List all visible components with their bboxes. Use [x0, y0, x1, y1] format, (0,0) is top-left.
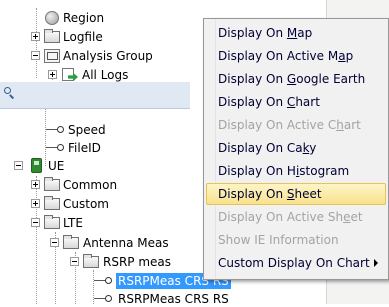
- menu-item-label: p: [345, 49, 354, 63]
- menu-item-accelerator: S: [286, 187, 295, 201]
- menu-item: Display On Active Chart: [206, 114, 386, 136]
- region-icon: [45, 11, 59, 25]
- parameter-link-icon: [46, 122, 68, 138]
- menu-item-label: art: [343, 118, 361, 132]
- submenu-arrow-icon: [374, 259, 378, 267]
- menu-item-label: Display On: [218, 95, 287, 109]
- tree-node-lte[interactable]: LTE: [0, 215, 140, 231]
- common-label: Common: [63, 178, 118, 192]
- folder-icon: [63, 235, 79, 249]
- menu-item-label: Display On: [218, 72, 287, 86]
- menu-item-label: stogram: [299, 164, 350, 178]
- menu-item-label: Display On Active Sh: [218, 210, 344, 224]
- menu-item-label: Display On Ca: [218, 141, 303, 155]
- menu-item[interactable]: Custom Display On Chart: [206, 252, 386, 274]
- tree-node-analysis-group[interactable]: Analysis Group: [0, 48, 160, 64]
- parameter-link-icon: [94, 273, 116, 289]
- tree-node-antenna-meas[interactable]: Antenna Meas: [0, 235, 205, 251]
- menu-item-label: ap: [297, 26, 313, 40]
- menu-item[interactable]: Display On Sheet: [206, 183, 386, 205]
- menu-item-label: oogle Earth: [296, 72, 366, 86]
- folder-icon: [44, 196, 60, 210]
- expand-plus-icon[interactable]: [31, 32, 40, 41]
- menu-item-label: Custom Display On Chart: [218, 256, 370, 270]
- all-logs-label: All Logs: [82, 68, 129, 82]
- analysis-group-icon: [44, 49, 60, 63]
- speed-label: Speed: [68, 123, 106, 137]
- menu-item-label: et: [350, 210, 363, 224]
- menu-item-accelerator: h: [336, 118, 344, 132]
- menu-item[interactable]: Display On Chart: [206, 91, 386, 113]
- folder-icon: [44, 177, 60, 191]
- tree-node-speed[interactable]: Speed: [0, 122, 120, 138]
- menu-item-label: Display On: [218, 187, 287, 201]
- menu-item: Display On Active Sheet: [206, 206, 386, 228]
- tree-node-region[interactable]: Region: [0, 10, 120, 26]
- menu-item-accelerator: M: [286, 26, 298, 40]
- region-label: Region: [63, 11, 105, 25]
- tree-node-custom[interactable]: Custom: [0, 196, 140, 212]
- menu-item-label: heet: [294, 187, 322, 201]
- context-menu: Display On Map Display On Active Map Displ…: [203, 18, 389, 280]
- folder-icon: [83, 254, 99, 268]
- tree-node-rsrp-meas[interactable]: RSRP meas: [0, 254, 205, 270]
- fileid-label: FileID: [68, 141, 101, 155]
- menu-item[interactable]: Display On Google Earth: [206, 68, 386, 90]
- search-bar[interactable]: [0, 82, 190, 109]
- menu-item-accelerator: a: [338, 49, 346, 63]
- custom-label: Custom: [63, 197, 109, 211]
- tree-node-fileid[interactable]: FileID: [0, 140, 120, 156]
- menu-item-label: y: [309, 141, 317, 155]
- logfile-label: Logfile: [63, 30, 103, 44]
- menu-item-label: Display On: [218, 26, 287, 40]
- rsrp-meas-label: RSRP meas: [103, 255, 172, 269]
- parameter-link-icon: [46, 140, 68, 156]
- menu-item[interactable]: Display On Map: [206, 22, 386, 44]
- menu-item: Show IE Information: [206, 229, 386, 251]
- menu-item-label: Show IE Information: [218, 233, 339, 247]
- log-file-icon: [62, 68, 78, 82]
- menu-item-label: hart: [295, 95, 320, 109]
- menu-item-accelerator: G: [286, 72, 297, 86]
- tree-node-all-logs[interactable]: All Logs: [0, 67, 140, 83]
- expand-plus-icon[interactable]: [31, 199, 40, 208]
- expand-plus-icon[interactable]: [31, 180, 40, 189]
- ue-label: UE: [48, 159, 65, 173]
- menu-item-label: Display On Active C: [218, 118, 337, 132]
- collapse-minus-icon[interactable]: [14, 161, 23, 170]
- menu-item-label: Display On Active M: [218, 49, 339, 63]
- ue-device-icon: [31, 158, 42, 173]
- menu-item[interactable]: Display On Histogram: [206, 160, 386, 182]
- analysis-group-label: Analysis Group: [63, 49, 153, 63]
- collapse-minus-icon[interactable]: [31, 51, 40, 60]
- folder-icon: [44, 215, 60, 229]
- parameter-link-icon: [94, 291, 116, 307]
- folder-icon: [44, 29, 60, 43]
- menu-item[interactable]: Display On Caky: [206, 137, 386, 159]
- search-icon[interactable]: [4, 87, 14, 97]
- tree-node-rsrp-item[interactable]: RSRPMeas CRS RS: [0, 291, 229, 307]
- collapse-minus-icon[interactable]: [31, 218, 40, 227]
- expand-plus-icon[interactable]: [48, 70, 57, 79]
- rsrp-item-label: RSRPMeas CRS RS: [118, 292, 229, 306]
- lte-label: LTE: [63, 216, 83, 230]
- menu-item-label: Display On H: [218, 164, 296, 178]
- antenna-meas-label: Antenna Meas: [83, 236, 169, 250]
- collapse-minus-icon[interactable]: [70, 257, 79, 266]
- collapse-minus-icon[interactable]: [50, 238, 59, 247]
- tree-node-common[interactable]: Common: [0, 177, 140, 193]
- tree-node-rsrp-item[interactable]: RSRPMeas CRS RS: [0, 273, 231, 289]
- menu-item[interactable]: Display On Active Map: [206, 45, 386, 67]
- tree-node-ue[interactable]: UE: [0, 158, 120, 174]
- tree-node-logfile[interactable]: Logfile: [0, 29, 120, 45]
